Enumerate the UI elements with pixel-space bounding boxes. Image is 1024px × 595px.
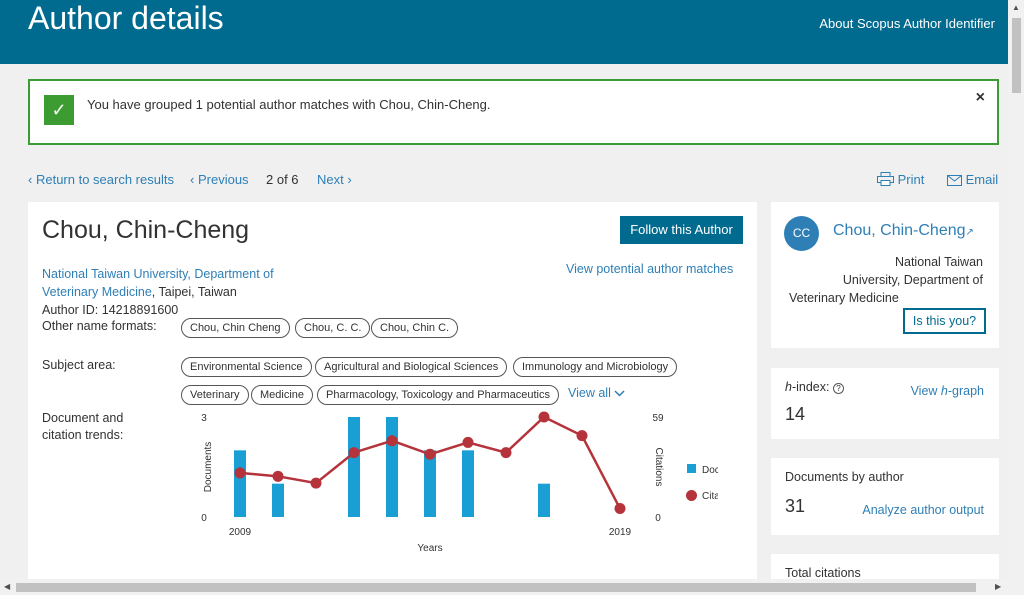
follow-author-button[interactable]: Follow this Author	[620, 216, 743, 244]
avatar: CC	[784, 216, 819, 251]
checkmark-icon: ✓	[44, 95, 74, 125]
horizontal-scrollbar[interactable]: ◀ ▶	[0, 579, 1008, 595]
total-citations-label: Total citations	[785, 566, 861, 580]
about-author-identifier-link[interactable]: About Scopus Author Identifier	[819, 16, 995, 31]
citations-point	[348, 447, 360, 459]
citations-point	[576, 430, 588, 442]
documents-by-author-card: Documents by author 31 Analyze author ou…	[771, 458, 999, 535]
page-header: Author details About Scopus Author Ident…	[0, 0, 1008, 64]
y-left-axis-label: Documents	[203, 442, 214, 493]
subject-pill[interactable]: Veterinary	[181, 385, 249, 405]
close-icon[interactable]: ×	[976, 89, 985, 107]
other-name-pill[interactable]: Chou, C. C.	[295, 318, 371, 338]
email-link[interactable]: Email	[947, 172, 998, 187]
x-axis-label: Years	[417, 543, 442, 554]
info-icon[interactable]: ?	[832, 383, 844, 394]
h-index-value: 14	[785, 404, 806, 424]
other-names-label: Other name formats:	[42, 319, 157, 333]
is-this-you-button[interactable]: Is this you?	[903, 308, 986, 334]
success-alert: ✓ You have grouped 1 potential author ma…	[28, 79, 999, 145]
author-profile-card: CC Chou, Chin-Cheng↗ National Taiwan Uni…	[771, 202, 999, 348]
y-right-axis-label: Citations	[653, 448, 664, 487]
other-name-pill[interactable]: Chou, Chin C.	[371, 318, 459, 338]
analyze-author-output-link[interactable]: Analyze author output	[862, 503, 984, 517]
citations-point	[614, 503, 626, 515]
profile-name-link[interactable]: Chou, Chin-Cheng↗	[833, 222, 974, 240]
author-id: Author ID: 14218891600	[42, 303, 179, 317]
external-link-icon: ↗	[965, 227, 974, 238]
legend-documents-swatch	[687, 464, 696, 473]
view-potential-matches-link[interactable]: View potential author matches	[566, 262, 733, 276]
documents-bar	[234, 450, 246, 517]
citations-point	[272, 470, 284, 482]
documents-bar	[348, 417, 360, 517]
y-left-tick-label: 3	[201, 413, 207, 424]
subject-pill[interactable]: Agricultural and Biological Sciences	[315, 357, 508, 377]
alert-message: You have grouped 1 potential author matc…	[87, 97, 491, 112]
legend-citations-swatch	[686, 490, 697, 501]
result-position: 2 of 6	[266, 172, 299, 187]
citations-point	[538, 411, 550, 423]
print-link[interactable]: Print	[877, 172, 924, 187]
view-h-graph-link[interactable]: View h-graph	[911, 384, 984, 398]
subject-area-label: Subject area:	[42, 358, 116, 372]
documents-value: 31	[785, 496, 806, 516]
subject-pill[interactable]: Medicine	[251, 385, 314, 405]
citations-point	[310, 477, 322, 489]
citations-point	[500, 447, 512, 459]
chevron-left-icon: ‹	[28, 172, 33, 187]
scroll-left-icon[interactable]: ◀	[4, 582, 10, 591]
chevron-down-icon	[614, 390, 625, 397]
author-details-panel: Chou, Chin-Cheng Follow this Author Nati…	[28, 202, 757, 582]
document-citation-chart: 3 0 59 0 Documents Citations 2009 2019 Years Docu…	[201, 411, 718, 554]
subject-pill[interactable]: Pharmacology, Toxicology and Pharmaceuti…	[317, 385, 559, 405]
next-link[interactable]: Next ›	[317, 172, 352, 187]
other-name-pill[interactable]: Chou, Chin Cheng	[181, 318, 290, 338]
documents-label: Documents by author	[785, 470, 904, 484]
scroll-right-icon[interactable]: ▶	[995, 582, 1001, 591]
profile-affiliation: National Taiwan University, Department o…	[789, 255, 983, 305]
h-index-label: h-index: ?	[785, 380, 844, 394]
trends-label: Document and citation trends:	[42, 411, 124, 442]
h-index-card: h-index: ? 14 View h-graph	[771, 368, 999, 439]
vertical-scroll-thumb[interactable]	[1012, 18, 1021, 93]
y-right-tick-label: 59	[652, 413, 664, 424]
subject-pill[interactable]: Environmental Science	[181, 357, 312, 377]
horizontal-scroll-thumb[interactable]	[16, 583, 976, 592]
previous-link[interactable]: ‹ Previous	[190, 172, 249, 187]
chevron-left-icon: ‹	[190, 172, 195, 187]
documents-bar	[424, 450, 436, 517]
documents-bar	[538, 483, 550, 517]
legend-citations-label: Citations	[702, 491, 718, 502]
citations-point	[386, 435, 398, 447]
citations-point	[424, 448, 436, 460]
legend-documents-label: Documents	[702, 465, 718, 476]
envelope-icon	[947, 175, 962, 186]
y-right-tick-label: 0	[655, 513, 661, 524]
return-to-search-link[interactable]: ‹ Return to search results	[28, 172, 174, 187]
documents-bar	[272, 483, 284, 517]
x-tick-label: 2009	[229, 527, 252, 538]
view-all-subjects-link[interactable]: View all	[568, 386, 625, 400]
printer-icon	[877, 172, 894, 186]
chevron-right-icon: ›	[347, 172, 352, 187]
documents-bar	[386, 417, 398, 517]
scroll-up-icon[interactable]: ▲	[1012, 3, 1020, 12]
citations-point	[234, 467, 246, 479]
page-title: Author details	[28, 0, 224, 36]
subject-pill[interactable]: Immunology and Microbiology	[513, 357, 678, 377]
y-left-tick-label: 0	[201, 513, 207, 524]
vertical-scrollbar[interactable]: ▲	[1008, 0, 1024, 595]
citations-point	[462, 436, 474, 448]
x-tick-label: 2019	[609, 527, 632, 538]
author-affiliation: National Taiwan University, Department o…	[42, 267, 274, 317]
documents-bar	[462, 450, 474, 517]
author-name: Chou, Chin-Cheng	[42, 216, 250, 244]
